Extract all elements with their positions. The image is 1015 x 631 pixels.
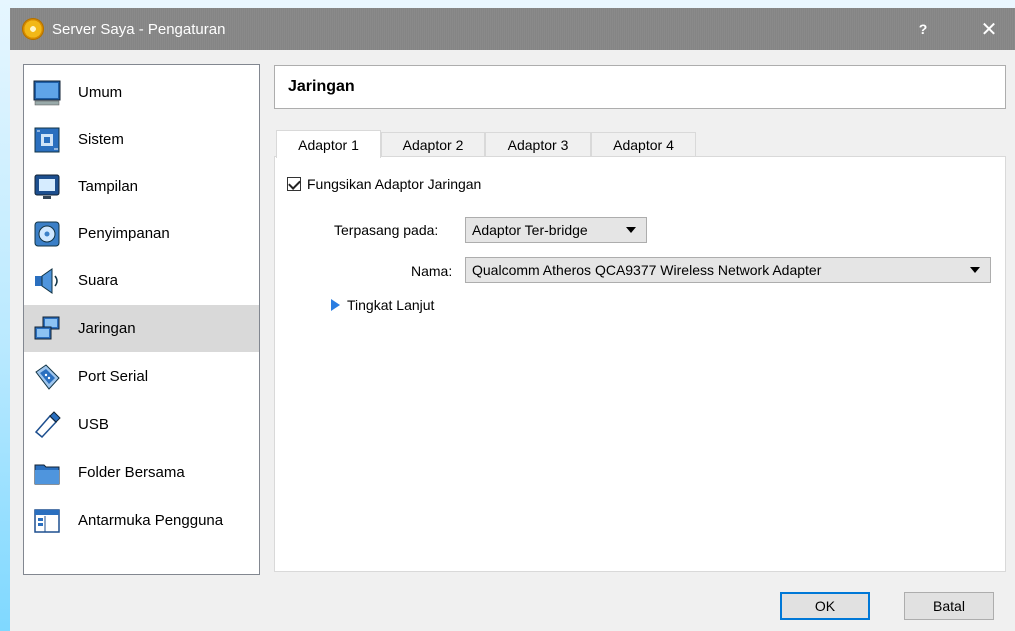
sidebar-item-penyimpanan[interactable]: Penyimpanan xyxy=(24,210,259,257)
sidebar-item-suara[interactable]: Suara xyxy=(24,257,259,304)
sidebar-item-label: Jaringan xyxy=(78,320,136,337)
motherboard-icon xyxy=(34,127,60,152)
sidebar-item-antarmuka-pengguna[interactable]: Antarmuka Pengguna xyxy=(24,497,259,544)
ok-button[interactable]: OK xyxy=(780,592,870,620)
attached-to-select[interactable]: Adaptor Ter-bridge xyxy=(465,217,647,243)
sidebar-item-label: Umum xyxy=(78,84,123,101)
serial-port-icon xyxy=(35,363,60,390)
sidebar-item-jaringan[interactable]: Jaringan xyxy=(24,305,259,352)
dropdown-arrow-icon xyxy=(626,227,636,233)
attached-to-value: Adaptor Ter-bridge xyxy=(472,222,588,238)
sidebar-item-label: Antarmuka Pengguna xyxy=(78,512,224,529)
enable-adapter-checkbox[interactable] xyxy=(287,177,301,191)
sidebar-item-label: Tampilan xyxy=(78,178,139,195)
close-button[interactable]: ✕ xyxy=(966,8,1012,50)
enable-adapter-row[interactable]: Fungsikan Adaptor Jaringan xyxy=(287,176,481,192)
title-bar[interactable]: Server Saya - Pengaturan ? ✕ xyxy=(10,8,1015,50)
adapter-name-select[interactable]: Qualcomm Atheros QCA9377 Wireless Networ… xyxy=(465,257,991,283)
usb-icon xyxy=(34,410,61,438)
tab-adaptor-2[interactable]: Adaptor 2 xyxy=(381,132,485,157)
sidebar-item-label: Sistem xyxy=(78,131,124,148)
sidebar-item-folder-bersama[interactable]: Folder Bersama xyxy=(24,449,259,496)
tab-adaptor-4[interactable]: Adaptor 4 xyxy=(591,132,696,157)
display-icon xyxy=(34,174,60,199)
speaker-icon xyxy=(35,267,58,294)
adapter-name-value: Qualcomm Atheros QCA9377 Wireless Networ… xyxy=(472,262,822,278)
tab-adaptor-3[interactable]: Adaptor 3 xyxy=(485,132,591,157)
storage-icon xyxy=(34,221,60,246)
sidebar-item-label: Port Serial xyxy=(78,368,149,385)
sidebar-item-port-serial[interactable]: Port Serial xyxy=(24,353,259,400)
help-button[interactable]: ? xyxy=(900,8,946,50)
enable-adapter-label: Fungsikan Adaptor Jaringan xyxy=(307,176,482,192)
network-icon xyxy=(34,316,60,339)
monitor-icon xyxy=(33,80,61,105)
name-label: Nama: xyxy=(411,263,453,279)
sidebar-item-label: USB xyxy=(78,416,109,433)
tab-adaptor-1[interactable]: Adaptor 1 xyxy=(276,130,381,158)
sidebar-item-label: Suara xyxy=(78,272,119,289)
user-interface-icon xyxy=(34,508,60,533)
advanced-label: Tingkat Lanjut xyxy=(347,297,435,313)
advanced-toggle[interactable]: Tingkat Lanjut xyxy=(331,297,434,313)
sidebar-item-tampilan[interactable]: Tampilan xyxy=(24,163,259,210)
settings-sidebar: Umum Sistem Tampilan Penyimpanan Suara J… xyxy=(23,64,260,575)
sidebar-item-umum[interactable]: Umum xyxy=(24,69,259,116)
sidebar-item-label: Folder Bersama xyxy=(78,464,185,481)
settings-dialog: Server Saya - Pengaturan ? ✕ Umum Sistem xyxy=(10,8,1015,631)
dropdown-arrow-icon xyxy=(970,267,980,273)
section-header: Jaringan xyxy=(274,65,1006,109)
sidebar-item-label: Penyimpanan xyxy=(78,225,170,242)
folder-icon xyxy=(34,464,60,484)
virtualbox-gear-icon xyxy=(22,18,44,40)
desktop-background-top xyxy=(120,0,1015,8)
sidebar-item-usb[interactable]: USB xyxy=(24,401,259,448)
sidebar-item-sistem[interactable]: Sistem xyxy=(24,116,259,163)
page-title: Jaringan xyxy=(288,78,355,95)
expand-arrow-icon xyxy=(331,299,340,311)
attached-to-label: Terpasang pada: xyxy=(334,222,439,238)
cancel-button[interactable]: Batal xyxy=(904,592,994,620)
adapter-panel: Fungsikan Adaptor Jaringan Terpasang pad… xyxy=(274,156,1006,572)
window-title: Server Saya - Pengaturan xyxy=(52,20,226,38)
